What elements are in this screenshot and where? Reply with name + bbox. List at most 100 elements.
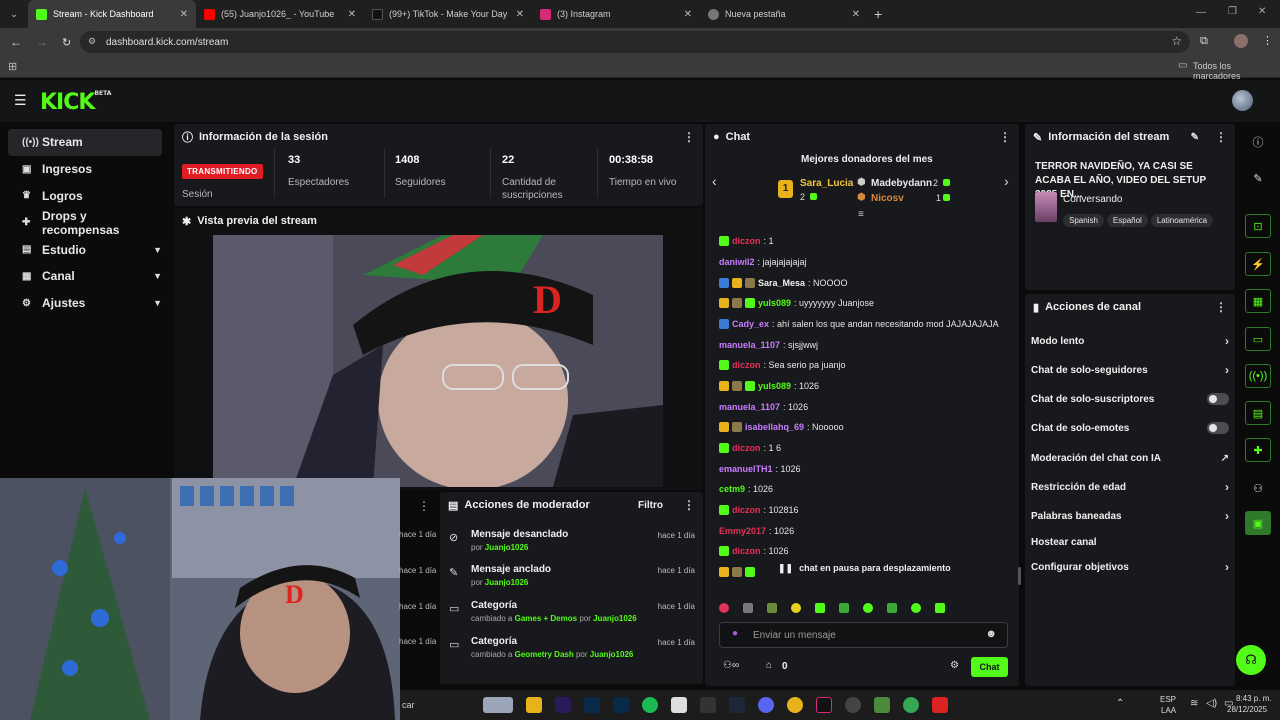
hamburger-menu-icon[interactable]: ☰ bbox=[14, 92, 27, 109]
layout-icon[interactable]: ▤ bbox=[1245, 401, 1271, 425]
apps-grid-icon[interactable]: ⊞ bbox=[8, 60, 17, 73]
emote-icon[interactable] bbox=[887, 603, 897, 613]
app-icon[interactable] bbox=[671, 697, 687, 713]
emote-icon[interactable] bbox=[791, 603, 801, 613]
emote-icon[interactable] bbox=[743, 603, 753, 613]
spotify-icon[interactable] bbox=[642, 697, 658, 713]
red-app-icon[interactable] bbox=[932, 697, 948, 713]
folder-icon[interactable] bbox=[526, 697, 542, 713]
sidebar-item-ingresos[interactable]: ▣ Ingresos bbox=[8, 156, 162, 183]
premiere-icon[interactable] bbox=[555, 697, 571, 713]
volume-icon[interactable]: ◁) bbox=[1206, 698, 1217, 709]
kick-logo[interactable]: KICKBETA bbox=[40, 90, 111, 115]
extensions-icon[interactable]: ⧉ bbox=[1200, 35, 1208, 48]
kebab-menu-icon[interactable]: ⋮ bbox=[683, 498, 695, 512]
action-moderacion-ia[interactable]: Moderación del chat con IA ↗ bbox=[1031, 447, 1229, 469]
tab-kick-dashboard[interactable]: Stream - Kick Dashboard ✕ bbox=[28, 0, 196, 28]
wrench-icon[interactable]: ✚ bbox=[1245, 438, 1271, 462]
edit-icon[interactable]: ✎ bbox=[1245, 166, 1271, 190]
filter-button[interactable]: Filtro bbox=[638, 500, 663, 511]
new-tab-plus-icon[interactable]: + bbox=[874, 6, 882, 22]
close-tab-icon[interactable]: ✕ bbox=[516, 9, 524, 20]
wifi-icon[interactable]: ≋ bbox=[1190, 698, 1198, 709]
chat-input[interactable]: ● Enviar un mensaje ☻ bbox=[719, 622, 1008, 648]
bookmark-star-icon[interactable]: ☆ bbox=[1171, 34, 1182, 48]
tab-new[interactable]: Nueva pestaña ✕ bbox=[700, 0, 868, 28]
sidebar-item-stream[interactable]: ((•)) Stream bbox=[8, 129, 162, 156]
green-widget-icon[interactable]: ▣ bbox=[1245, 511, 1271, 535]
language-indicator[interactable]: ESP bbox=[1160, 695, 1176, 704]
close-tab-icon[interactable]: ✕ bbox=[348, 9, 356, 20]
chat-icon[interactable]: ▭ bbox=[1245, 327, 1271, 351]
tab-search-icon[interactable]: ⌄ bbox=[0, 9, 28, 20]
all-bookmarks-link[interactable]: Todos los marcadores bbox=[1193, 61, 1280, 81]
browser-menu-icon[interactable]: ⋮ bbox=[1262, 34, 1273, 47]
minimize-icon[interactable]: — bbox=[1196, 7, 1206, 18]
chevron-right-icon[interactable]: › bbox=[1004, 173, 1009, 189]
site-info-icon[interactable]: ⚙ bbox=[88, 36, 96, 47]
steam-icon[interactable] bbox=[729, 697, 745, 713]
chat-paused-notice[interactable]: ❚❚ chat en pausa para desplazamiento bbox=[770, 559, 970, 577]
back-icon[interactable]: ← bbox=[10, 35, 22, 49]
tag[interactable]: Español bbox=[1106, 214, 1148, 227]
broadcast-icon[interactable]: ((•)) bbox=[1245, 364, 1271, 388]
epic-games-icon[interactable] bbox=[700, 697, 716, 713]
sidebar-item-logros[interactable]: ♛ Logros bbox=[8, 183, 162, 210]
close-window-icon[interactable]: ✕ bbox=[1258, 6, 1266, 17]
tag[interactable]: Spanish bbox=[1063, 214, 1104, 227]
action-solo-seguidores[interactable]: Chat de solo-seguidores › bbox=[1031, 359, 1229, 381]
minecraft-icon[interactable] bbox=[874, 697, 890, 713]
category-thumbnail[interactable] bbox=[1035, 192, 1057, 222]
forward-icon[interactable]: → bbox=[36, 35, 48, 49]
clock-time[interactable]: 8:43 p. m. bbox=[1236, 694, 1272, 703]
action-restriccion-edad[interactable]: Restricción de edad › bbox=[1031, 476, 1229, 498]
taskbar-search[interactable]: car bbox=[400, 700, 470, 710]
sidebar-item-canal[interactable]: ▦ Canal ▼ bbox=[8, 263, 162, 290]
chat-scrollbar[interactable] bbox=[1018, 567, 1021, 585]
camera-icon[interactable]: ⊡ bbox=[1245, 214, 1271, 238]
emote-icon[interactable] bbox=[719, 603, 729, 613]
profile-avatar[interactable] bbox=[1234, 34, 1248, 48]
users-icon[interactable]: ⚇ bbox=[1245, 476, 1271, 500]
action-palabras-baneadas[interactable]: Palabras baneadas › bbox=[1031, 505, 1229, 527]
info-icon[interactable]: ⓘ bbox=[1245, 130, 1271, 154]
lightroom-icon[interactable] bbox=[613, 697, 629, 713]
tray-chevron-up-icon[interactable]: ⌃ bbox=[1116, 698, 1124, 709]
flash-icon[interactable]: ⚡ bbox=[1245, 252, 1271, 276]
send-chat-button[interactable]: Chat bbox=[971, 657, 1008, 677]
kebab-menu-icon[interactable]: ⋮ bbox=[1215, 130, 1227, 144]
microphone-icon[interactable]: ● bbox=[732, 628, 738, 639]
chrome-profile-icon[interactable] bbox=[903, 697, 919, 713]
tab-instagram[interactable]: (3) Instagram ✕ bbox=[532, 0, 700, 28]
photoshop-icon[interactable] bbox=[584, 697, 600, 713]
clipboard-icon[interactable]: ▦ bbox=[1245, 289, 1271, 313]
emotes-only-toggle[interactable] bbox=[1207, 422, 1229, 434]
emote-icon[interactable] bbox=[911, 603, 921, 613]
tab-tiktok[interactable]: (99+) TikTok - Make Your Day ✕ bbox=[364, 0, 532, 28]
reload-icon[interactable]: ↻ bbox=[62, 36, 71, 49]
close-tab-icon[interactable]: ✕ bbox=[852, 9, 860, 20]
chevron-left-icon[interactable]: ‹ bbox=[712, 173, 717, 189]
support-headset-icon[interactable]: ☊ bbox=[1236, 645, 1266, 675]
close-tab-icon[interactable]: ✕ bbox=[684, 9, 692, 20]
chrome-icon[interactable] bbox=[787, 697, 803, 713]
action-configurar-objetivos[interactable]: Configurar objetivos › bbox=[1031, 556, 1229, 578]
widget-icon[interactable] bbox=[483, 697, 513, 713]
close-tab-icon[interactable]: ✕ bbox=[180, 9, 188, 20]
chat-settings-icon[interactable]: ⚙ bbox=[950, 660, 959, 671]
emoji-icon[interactable]: ☻ bbox=[985, 628, 997, 640]
action-hostear-canal[interactable]: Hostear canal bbox=[1031, 531, 1229, 553]
kebab-menu-icon[interactable]: ⋮ bbox=[683, 130, 695, 144]
stream-preview-video[interactable]: D bbox=[213, 235, 663, 487]
emote-icon[interactable] bbox=[935, 603, 945, 613]
kebab-menu-icon[interactable]: ⋮ bbox=[418, 499, 430, 513]
user-avatar[interactable] bbox=[1232, 90, 1253, 111]
sidebar-item-estudio[interactable]: ▤ Estudio ▼ bbox=[8, 236, 162, 263]
users-icon[interactable]: ⚇∞ bbox=[723, 660, 739, 671]
emote-icon[interactable] bbox=[767, 603, 777, 613]
emote-icon[interactable] bbox=[863, 603, 873, 613]
tiktok-icon[interactable] bbox=[816, 697, 832, 713]
kebab-menu-icon[interactable]: ⋮ bbox=[1215, 300, 1227, 314]
sidebar-item-ajustes[interactable]: ⚙ Ajustes ▼ bbox=[8, 290, 162, 317]
tag[interactable]: Latinoamérica bbox=[1150, 214, 1214, 227]
